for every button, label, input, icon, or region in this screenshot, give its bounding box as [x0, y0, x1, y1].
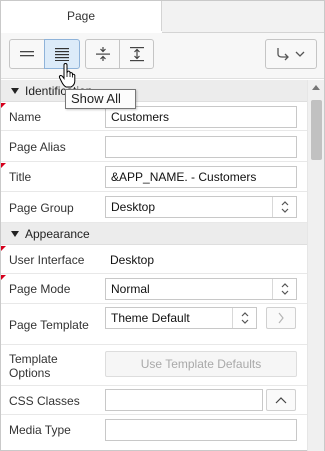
page-group-label: Page Group — [9, 200, 74, 215]
show-common-button[interactable] — [9, 39, 45, 69]
name-input[interactable]: Customers — [105, 106, 297, 128]
page-mode-value: Normal — [111, 282, 150, 296]
row-title: Title &APP_NAME. - Customers — [1, 163, 308, 192]
chevron-up-icon — [275, 397, 287, 404]
page-mode-label: Page Mode — [9, 282, 71, 296]
scroll-up-arrow-icon[interactable] — [312, 85, 320, 90]
group-appearance[interactable]: Appearance — [1, 223, 308, 245]
tab-bar: Page — [1, 1, 324, 33]
page-template-select[interactable]: Theme Default — [105, 307, 257, 329]
row-css-classes: CSS Classes — [1, 387, 308, 415]
scrollbar-thumb[interactable] — [311, 100, 322, 160]
user-interface-value: Desktop — [110, 253, 155, 267]
collapse-caret-icon — [11, 88, 19, 94]
expand-all-icon — [129, 47, 144, 62]
required-marker — [1, 103, 6, 108]
css-classes-label: CSS Classes — [9, 393, 80, 408]
row-name: Name Customers — [1, 103, 308, 131]
page-template-label: Page Template — [9, 317, 89, 332]
hand-cursor-icon — [58, 63, 76, 88]
select-arrows-icon — [272, 279, 296, 299]
page-alias-input[interactable] — [105, 136, 297, 158]
show-all-icon — [55, 48, 69, 61]
go-to-group-button[interactable] — [265, 39, 317, 69]
group-appearance-label: Appearance — [25, 227, 90, 241]
css-classes-picker-button[interactable] — [266, 389, 296, 411]
page-template-value: Theme Default — [111, 311, 190, 325]
title-label: Title — [9, 170, 32, 184]
group-identification[interactable]: Identification — [1, 80, 308, 102]
vertical-scrollbar[interactable] — [307, 80, 324, 451]
row-page-template: Page Template Theme Default — [1, 305, 308, 345]
collapse-caret-icon — [11, 231, 19, 237]
use-template-defaults-button[interactable]: Use Template Defaults — [105, 351, 297, 377]
tab-page[interactable]: Page — [1, 1, 162, 33]
tab-page-label: Page — [66, 9, 96, 23]
row-user-interface: User Interface Desktop — [1, 246, 308, 274]
show-common-icon — [20, 51, 34, 57]
select-arrows-icon — [272, 197, 296, 217]
page-group-select[interactable]: Desktop — [105, 196, 297, 218]
user-interface-label: User Interface — [9, 252, 85, 267]
media-type-input[interactable] — [105, 419, 297, 441]
collapse-all-icon — [95, 47, 110, 61]
toolbar — [1, 33, 324, 79]
required-marker — [1, 163, 6, 168]
title-input[interactable]: &APP_NAME. - Customers — [105, 166, 297, 188]
chevron-right-icon — [278, 312, 284, 324]
row-page-group: Page Group Desktop — [1, 193, 308, 223]
page-alias-label: Page Alias — [9, 139, 66, 154]
media-type-label: Media Type — [9, 423, 71, 437]
required-marker — [1, 275, 6, 280]
required-marker — [1, 246, 6, 251]
property-list: Identification Name Customers Page Alias… — [1, 80, 308, 451]
row-template-options: Template Options Use Template Defaults — [1, 346, 308, 386]
page-group-value: Desktop — [111, 200, 156, 214]
row-page-alias: Page Alias — [1, 132, 308, 162]
expand-all-button[interactable] — [119, 39, 154, 69]
row-media-type: Media Type — [1, 416, 308, 451]
template-options-label: Template Options — [9, 351, 58, 380]
select-arrows-icon — [232, 308, 256, 328]
go-to-template-button[interactable] — [266, 307, 296, 329]
css-classes-input[interactable] — [105, 389, 263, 411]
row-page-mode: Page Mode Normal — [1, 275, 308, 304]
collapse-all-button[interactable] — [85, 39, 120, 69]
property-editor-panel: Page Show All Identification Name Custom… — [0, 0, 325, 451]
go-to-group-icon — [277, 48, 305, 61]
show-all-tooltip: Show All — [65, 89, 136, 109]
page-mode-select[interactable]: Normal — [105, 278, 297, 300]
